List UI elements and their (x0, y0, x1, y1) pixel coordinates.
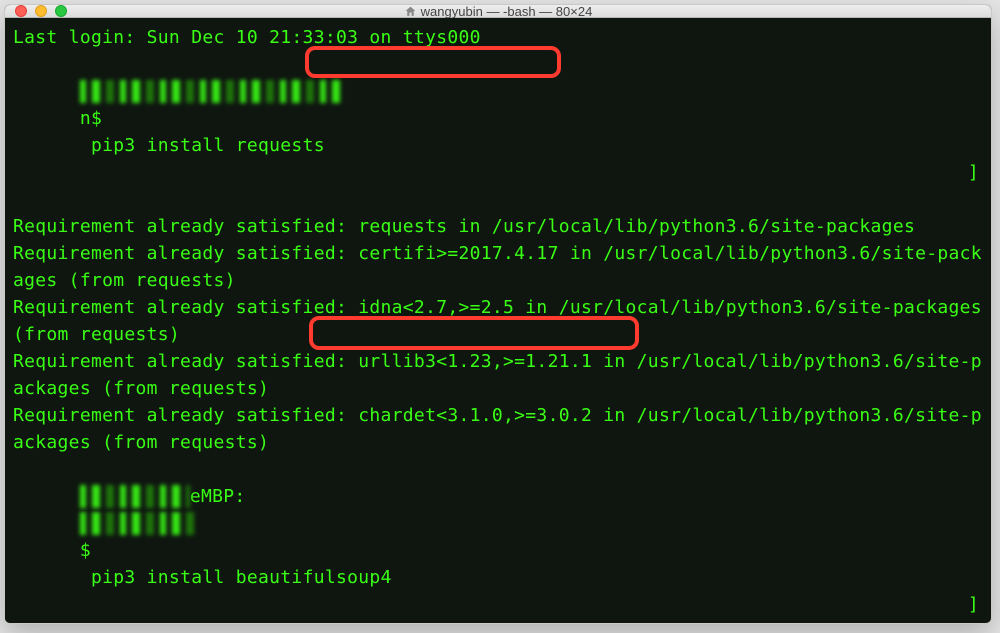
hostname-fragment: eMBP: (190, 486, 246, 507)
terminal-output: Requirement already satisfied: idna<2.7,… (13, 294, 987, 348)
window-controls (5, 5, 67, 17)
prompt-fragment: n$ (80, 108, 102, 129)
redacted-text (80, 483, 190, 510)
bracket-char: ] (968, 591, 979, 618)
home-icon (404, 5, 417, 18)
redacted-text (80, 78, 340, 105)
bracket-char: ] (968, 159, 979, 186)
window-title: wangyubin — -bash — 80×24 (5, 4, 991, 19)
command-text: pip3 install requests (91, 135, 325, 156)
terminal-window: wangyubin — -bash — 80×24 Last login: Su… (4, 4, 992, 624)
terminal-prompt-line: n$ pip3 install requests ] (13, 51, 987, 213)
zoom-button[interactable] (55, 5, 67, 17)
terminal-prompt-line: eMBP: $ pip3 install beautifulsoup4 ] (13, 456, 987, 624)
terminal-line: Last login: Sun Dec 10 21:33:03 on ttys0… (13, 24, 987, 51)
command-text: pip3 install beautifulsoup4 (91, 567, 392, 588)
terminal-output: Requirement already satisfied: chardet<3… (13, 402, 987, 456)
close-button[interactable] (15, 5, 27, 17)
terminal-output: Requirement already satisfied: requests … (13, 213, 987, 240)
redacted-text (80, 510, 196, 537)
prompt-symbol: $ (80, 540, 91, 561)
terminal-output: Requirement already satisfied: urllib3<1… (13, 348, 987, 402)
terminal-output: Requirement already satisfied: certifi>=… (13, 240, 987, 294)
terminal-body[interactable]: Last login: Sun Dec 10 21:33:03 on ttys0… (5, 18, 991, 624)
window-title-text: wangyubin — -bash — 80×24 (421, 4, 593, 19)
minimize-button[interactable] (35, 5, 47, 17)
window-titlebar: wangyubin — -bash — 80×24 (5, 5, 991, 18)
